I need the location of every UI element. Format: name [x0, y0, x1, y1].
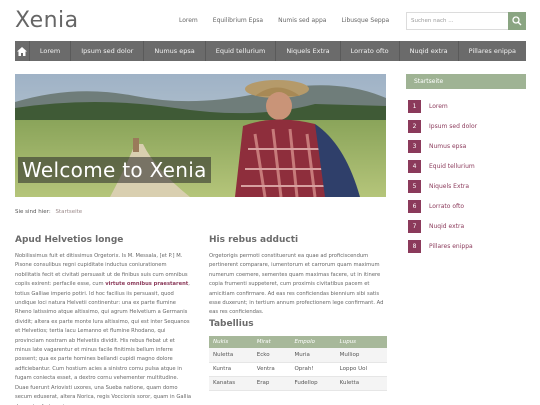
mainnav-item[interactable]: Lorrato ofto — [341, 41, 400, 61]
topnav-item[interactable]: Lorem — [179, 17, 198, 24]
sidebar-item-number: 1 — [408, 99, 421, 113]
sidebar-heading[interactable]: Startseite — [406, 74, 526, 89]
search-icon — [512, 16, 522, 26]
hero-title: Welcome to Xenia — [18, 157, 211, 183]
table-cell: Ventra — [252, 362, 291, 377]
search-box: Suchen nach ... — [406, 12, 526, 30]
table-cell: Muria — [290, 348, 336, 363]
mainnav-item[interactable]: Equid tellurium — [206, 41, 277, 61]
sidebar-item[interactable]: 6 Lorrato ofto — [406, 196, 526, 216]
table-row: Kuntra Ventra Oprah! Loppo Uol — [209, 362, 387, 377]
sidebar-item-label: Pillares enippa — [429, 242, 473, 250]
sidebar-item-label: Niquels Extra — [429, 182, 469, 190]
sidebar-item[interactable]: 3 Numus epsa — [406, 136, 526, 156]
sidebar-item-number: 7 — [408, 219, 421, 233]
mainnav-item[interactable]: Numus epsa — [144, 41, 206, 61]
sidebar-item[interactable]: 2 Ipsum sed dolor — [406, 116, 526, 136]
mainnav-item[interactable]: Pillares enippa — [459, 41, 526, 61]
table-header: Lupus — [335, 336, 387, 348]
sidebar-item-number: 6 — [408, 199, 421, 213]
sidebar-item-number: 3 — [408, 139, 421, 153]
table-header-row: Nukis Mirat Empolo Lupus — [209, 336, 387, 348]
table-cell: Kuntra — [209, 362, 253, 377]
mainnav-item[interactable]: Lorem — [30, 41, 72, 61]
table-cell: Loppo Uol — [335, 362, 387, 377]
table-row: Nuletta Ecko Muria Mulliop — [209, 348, 387, 363]
table-title: Tabellius — [209, 319, 254, 329]
sidebar-item[interactable]: 1 Lorem — [406, 96, 526, 116]
sidebar-item[interactable]: 8 Pillares enippa — [406, 236, 526, 256]
table-cell: Oprah! — [290, 362, 336, 377]
main-navigation: Lorem Ipsum sed dolor Numus epsa Equid t… — [15, 41, 526, 61]
sidebar-item-label: Lorrato ofto — [429, 202, 465, 210]
sidebar-item-label: Lorem — [429, 102, 448, 110]
home-button[interactable] — [15, 41, 30, 61]
sidebar-item-label: Numus epsa — [429, 142, 467, 150]
table-cell: Ecko — [252, 348, 291, 363]
sidebar-menu: 1 Lorem 2 Ipsum sed dolor 3 Numus epsa 4 Equ… — [406, 96, 526, 256]
top-navigation: Lorem Equilibrium Epsa Numis sed appa Li… — [179, 17, 389, 24]
mainnav-item[interactable]: Niquels Extra — [276, 41, 341, 61]
data-table: Nukis Mirat Empolo Lupus Nuletta Ecko Mu… — [209, 336, 387, 391]
left-column-text: Nobilissimus fuit et ditissimus Orgetori… — [15, 252, 192, 405]
left-column-title: Apud Helvetios longe — [15, 235, 124, 245]
table-row: Kanatas Erap Fudellop Kuletta — [209, 376, 387, 391]
mainnav-item[interactable]: Nuqid extra — [400, 41, 459, 61]
left-text-part: , totius Galliae imperio potiri. Id hoc … — [15, 281, 192, 405]
search-button[interactable] — [508, 12, 526, 30]
table-cell: Erap — [252, 376, 291, 391]
right-column-title: His rebus adducti — [209, 235, 299, 245]
breadcrumb: Sie sind hier: Startseite — [15, 209, 82, 215]
sidebar-item-label: Equid tellurium — [429, 162, 475, 170]
topnav-item[interactable]: Equilibrium Epsa — [213, 17, 263, 24]
sidebar-item-number: 2 — [408, 119, 421, 133]
table-header: Mirat — [252, 336, 291, 348]
sidebar-item-label: Nuqid extra — [429, 222, 465, 230]
left-text-bold: virtute omnibus praestarent — [105, 281, 189, 288]
search-input[interactable]: Suchen nach ... — [406, 12, 508, 30]
table-cell: Fudellop — [290, 376, 336, 391]
table-cell: Kuletta — [335, 376, 387, 391]
mainnav-item[interactable]: Ipsum sed dolor — [71, 41, 145, 61]
sidebar-item-number: 5 — [408, 179, 421, 193]
topnav-item[interactable]: Numis sed appa — [278, 17, 326, 24]
table-cell: Kanatas — [209, 376, 253, 391]
sidebar-item[interactable]: 5 Niquels Extra — [406, 176, 526, 196]
sidebar-item-number: 4 — [408, 159, 421, 173]
right-column-text: Orgetorigis permoti constituerunt ea qua… — [209, 253, 384, 316]
topnav-item[interactable]: Libusque Seppa — [341, 17, 389, 24]
breadcrumb-label: Sie sind hier: — [15, 209, 51, 215]
sidebar-item[interactable]: 4 Equid tellurium — [406, 156, 526, 176]
breadcrumb-current[interactable]: Startseite — [55, 209, 82, 215]
table-header: Empolo — [290, 336, 336, 348]
site-logo[interactable]: Xenia — [15, 8, 79, 33]
table-header: Nukis — [209, 336, 253, 348]
sidebar-item-label: Ipsum sed dolor — [429, 122, 478, 130]
table-cell: Mulliop — [335, 348, 387, 363]
sidebar-item[interactable]: 7 Nuqid extra — [406, 216, 526, 236]
sidebar-item-number: 8 — [408, 239, 421, 253]
table-cell: Nuletta — [209, 348, 253, 363]
home-icon — [16, 46, 27, 56]
